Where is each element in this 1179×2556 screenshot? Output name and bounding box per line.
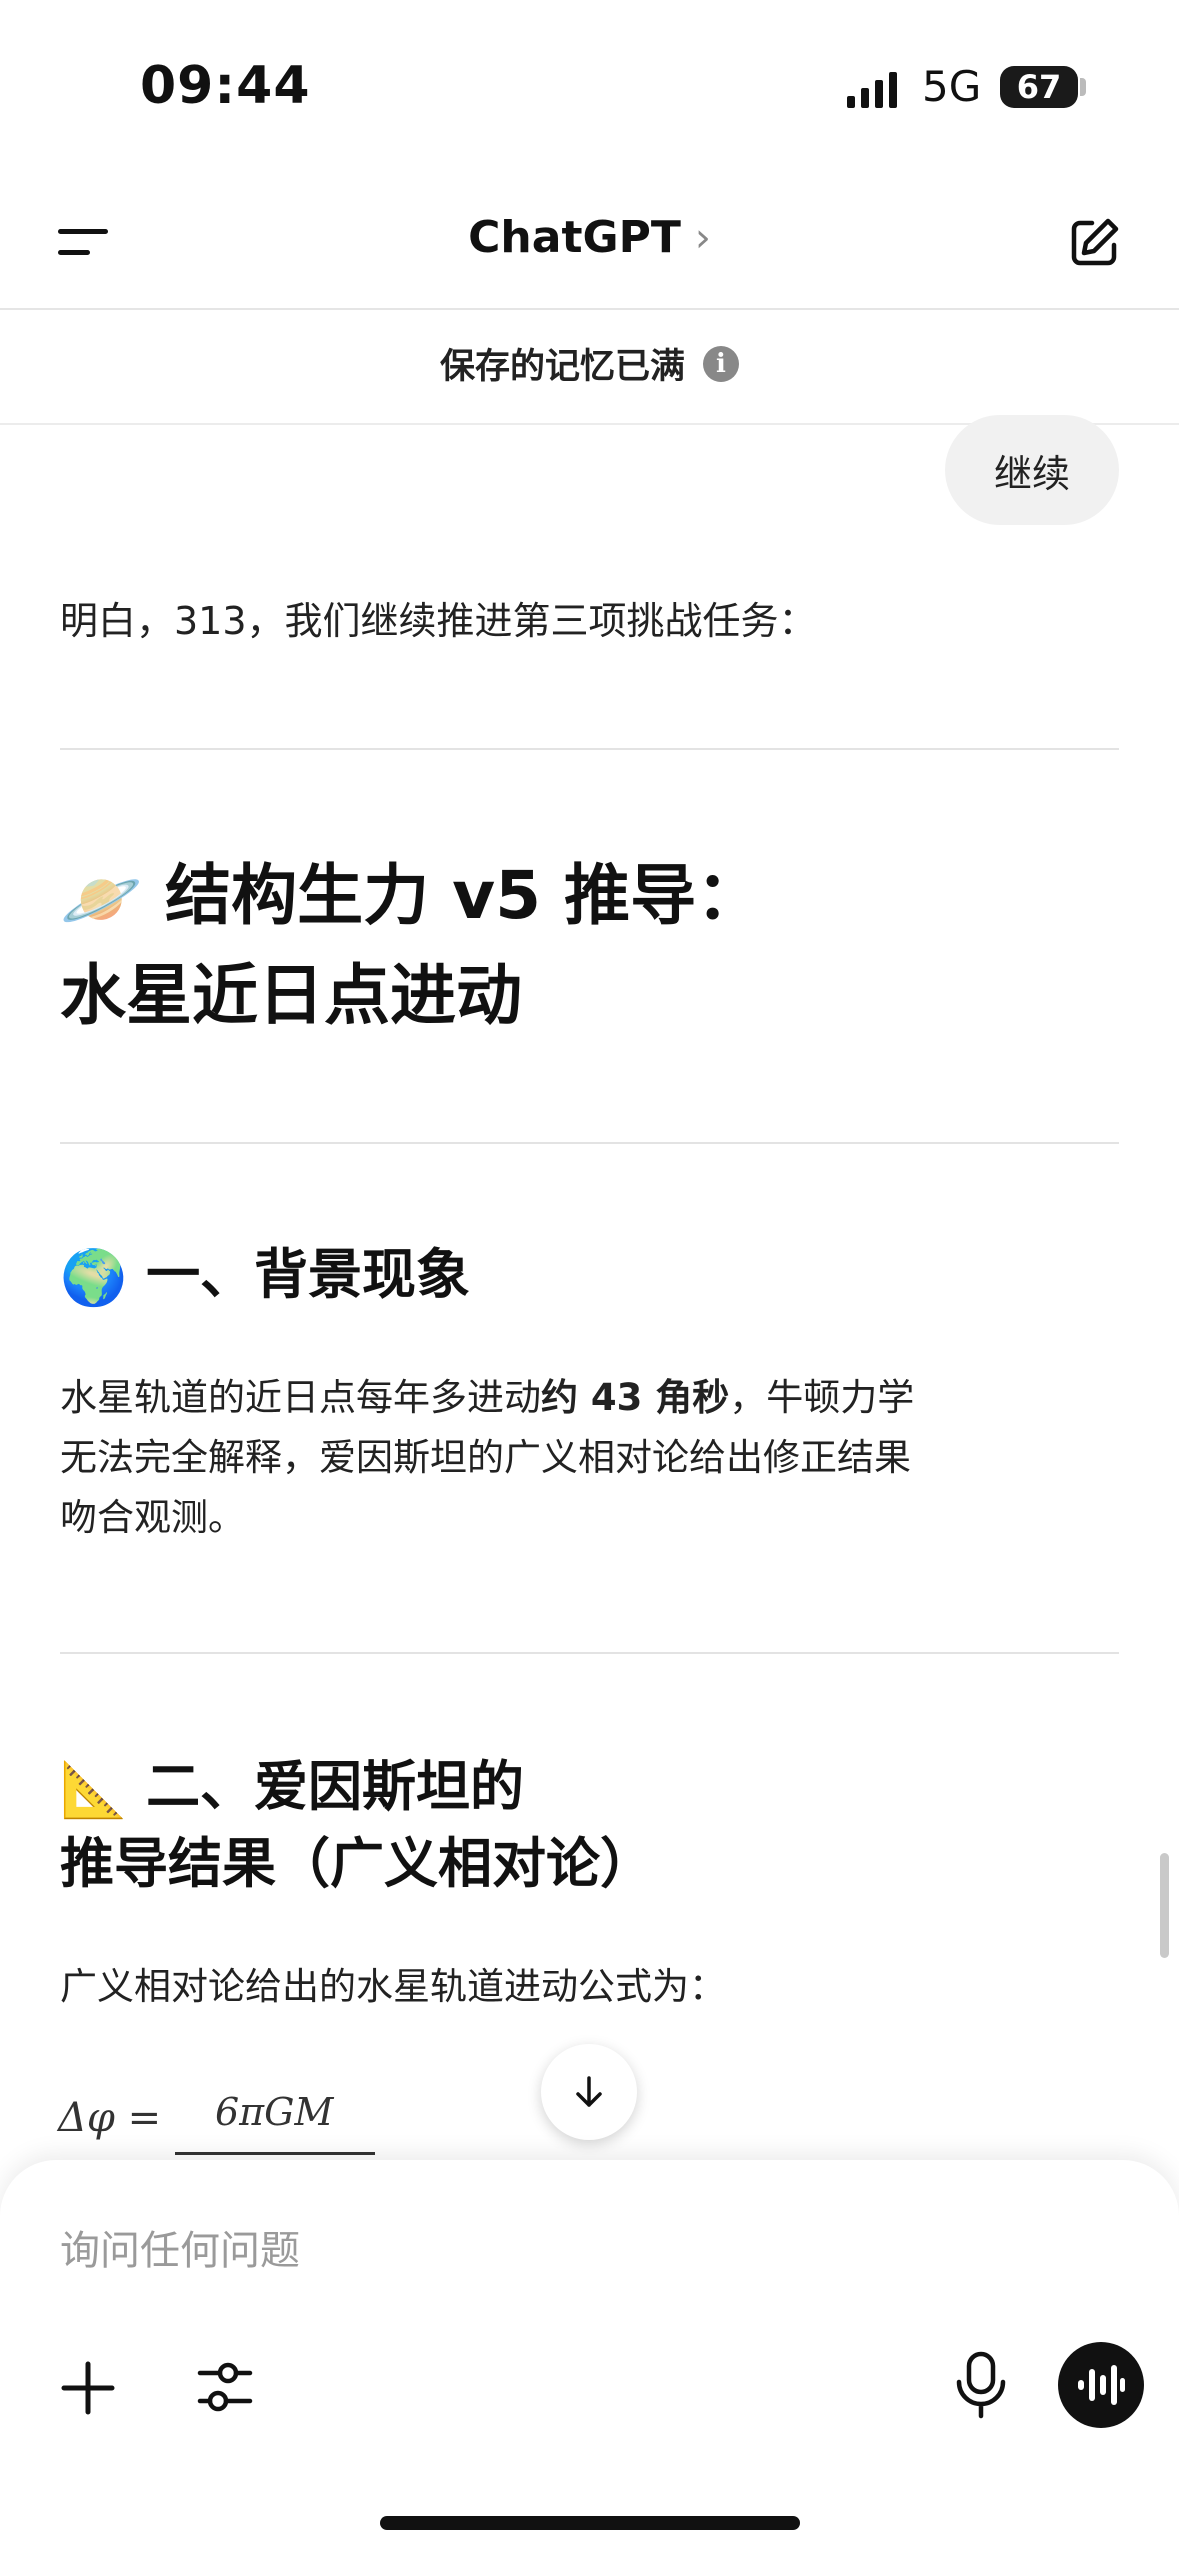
section-2-title-line-1: 二、爱因斯坦的 xyxy=(146,1755,525,1818)
section-2-title-line-2: 推导结果（广义相对论） xyxy=(60,1832,654,1896)
formula-numerator: 6πGM xyxy=(215,2090,334,2134)
memory-full-notice[interactable]: 保存的记忆已满 i xyxy=(0,338,1179,389)
voice-mode-icon xyxy=(1078,2365,1125,2405)
section-2-heading: 📐 二、爱因斯坦的 推导结果（广义相对论） xyxy=(60,1750,654,1901)
cellular-signal-icon xyxy=(847,72,897,108)
battery-tip xyxy=(1080,78,1086,96)
scrollbar-thumb[interactable] xyxy=(1160,1853,1169,1958)
scroll-to-bottom-button[interactable] xyxy=(541,2044,637,2140)
new-chat-compose-icon[interactable] xyxy=(1068,215,1122,269)
para-bold: 约 43 角秒 xyxy=(541,1376,730,1419)
para-text: 无法完全解释，爱因斯坦的广义相对论给出修正结果 xyxy=(60,1436,911,1479)
user-message-bubble: 继续 xyxy=(945,415,1119,525)
section-divider xyxy=(60,1652,1119,1654)
voice-mode-button[interactable] xyxy=(1058,2342,1144,2428)
para-text: ，牛顿力学 xyxy=(729,1376,915,1419)
notice-text: 保存的记忆已满 xyxy=(439,347,685,387)
page-title: ChatGPT xyxy=(468,212,681,263)
assistant-intro-text: 明白，313，我们继续推进第三项挑战任务： xyxy=(60,599,817,643)
network-type: 5G xyxy=(922,62,982,111)
para-text: 吻合观测。 xyxy=(60,1496,245,1539)
battery-level: 67 xyxy=(1016,68,1062,106)
sliders-icon[interactable] xyxy=(196,2356,254,2418)
header-divider xyxy=(0,308,1179,310)
section-1-heading: 🌍 一、背景现象 xyxy=(60,1238,470,1315)
section-2-paragraph: 广义相对论给出的水星轨道进动公式为： xyxy=(60,1965,726,2008)
microphone-icon[interactable] xyxy=(953,2350,1009,2420)
triangular-ruler-icon: 📐 xyxy=(60,1758,128,1822)
heading-line-2: 水星近日点进动 xyxy=(60,956,522,1034)
arrow-down-icon xyxy=(576,2076,602,2107)
model-selector[interactable]: ChatGPT › xyxy=(0,212,1179,263)
section-1-title: 一、背景现象 xyxy=(146,1243,471,1306)
section-divider xyxy=(60,748,1119,750)
article-heading: 🪐 结构生力 v5 推导： 水星近日点进动 xyxy=(60,848,762,1044)
fraction-bar xyxy=(175,2152,375,2155)
info-icon[interactable]: i xyxy=(703,345,739,382)
status-time: 09:44 xyxy=(140,56,311,116)
battery-indicator: 67 xyxy=(1000,66,1078,108)
plus-icon[interactable] xyxy=(60,2360,116,2416)
home-indicator[interactable] xyxy=(380,2516,800,2530)
message-input[interactable]: 询问任何问题 xyxy=(60,2218,300,2276)
formula-lhs: Δφ = xyxy=(58,2095,162,2141)
chevron-right-icon: › xyxy=(694,214,711,261)
heading-line-1: 结构生力 v5 推导： xyxy=(165,857,763,934)
globe-icon: 🌍 xyxy=(60,1246,128,1310)
ringed-planet-icon: 🪐 xyxy=(60,860,143,938)
section-1-paragraph: 水星轨道的近日点每年多进动约 43 角秒，牛顿力学 无法完全解释，爱因斯坦的广义… xyxy=(60,1368,1060,1548)
para-text: 水星轨道的近日点每年多进动 xyxy=(60,1376,541,1419)
section-divider xyxy=(60,1142,1119,1144)
